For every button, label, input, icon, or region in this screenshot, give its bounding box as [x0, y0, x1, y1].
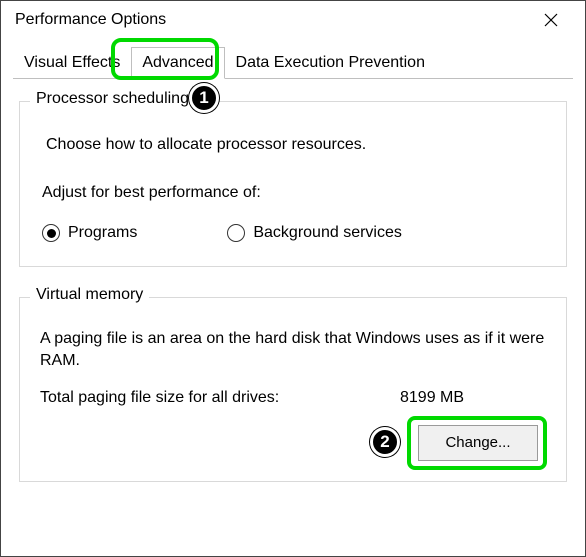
performance-options-dialog: Performance Options Visual Effects Advan… [0, 0, 586, 557]
tab-data-execution-prevention[interactable]: Data Execution Prevention [225, 47, 436, 79]
radio-icon [227, 224, 245, 242]
radio-background-services[interactable]: Background services [227, 224, 402, 242]
radio-background-label: Background services [253, 224, 402, 242]
close-button[interactable] [531, 5, 571, 35]
group-title-virtual-memory: Virtual memory [30, 286, 149, 304]
virtual-memory-total-label: Total paging file size for all drives: [40, 389, 400, 407]
group-virtual-memory: Virtual memory A paging file is an area … [19, 297, 567, 482]
tab-strip: Visual Effects Advanced Data Execution P… [1, 39, 585, 79]
virtual-memory-total-row: Total paging file size for all drives: 8… [40, 389, 546, 407]
button-row: Change... 2 [40, 425, 546, 461]
close-icon [544, 13, 558, 27]
tab-visual-effects[interactable]: Visual Effects [13, 47, 131, 79]
radio-icon [42, 224, 60, 242]
virtual-memory-description: A paging file is an area on the hard dis… [40, 328, 546, 373]
tab-panel-advanced: Processor scheduling Choose how to alloc… [1, 79, 585, 482]
annotation-callout-2: 2 [370, 427, 400, 457]
window-title: Performance Options [15, 11, 166, 29]
radio-group-performance: Programs Background services [40, 224, 546, 242]
tab-divider [13, 78, 573, 79]
group-processor-scheduling: Processor scheduling Choose how to alloc… [19, 101, 567, 267]
virtual-memory-total-value: 8199 MB [400, 389, 464, 407]
group-title-processor: Processor scheduling [30, 90, 195, 108]
change-button[interactable]: Change... [418, 425, 538, 461]
radio-programs[interactable]: Programs [42, 224, 137, 242]
radio-programs-label: Programs [68, 224, 137, 242]
processor-description: Choose how to allocate processor resourc… [46, 136, 546, 154]
titlebar: Performance Options [1, 1, 585, 39]
tab-advanced[interactable]: Advanced [131, 47, 224, 79]
adjust-performance-label: Adjust for best performance of: [42, 184, 546, 202]
